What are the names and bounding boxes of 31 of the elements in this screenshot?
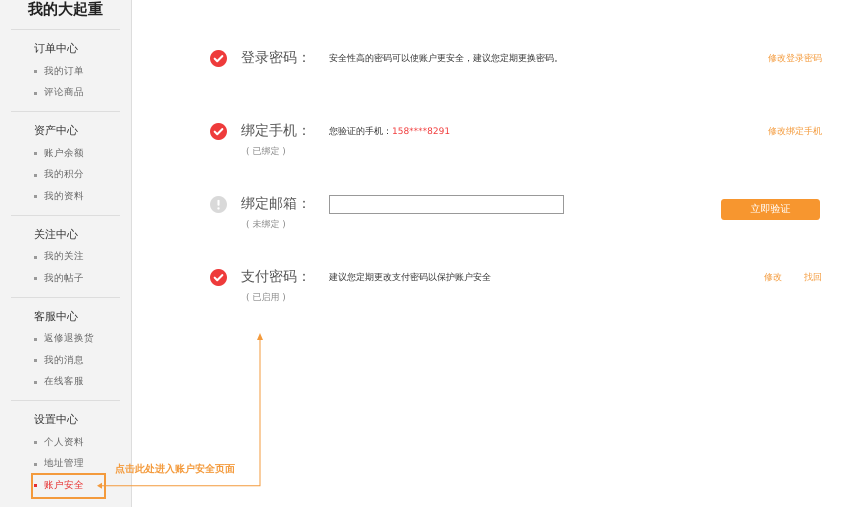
section-heading: 客服中心 xyxy=(34,310,79,324)
status-text: ( 已启用 ) xyxy=(245,292,287,305)
section-heading: 资产中心 xyxy=(34,124,79,138)
sidebar-item[interactable]: 我的积分 xyxy=(34,164,120,186)
item-label: 登录密码： xyxy=(241,49,312,67)
status-text: ( 未绑定 ) xyxy=(245,219,287,232)
item-label: 绑定邮箱： xyxy=(241,195,312,213)
sidebar-item[interactable]: 我的资料 xyxy=(34,186,120,208)
item-label: 支付密码： xyxy=(241,268,312,286)
sidebar-item[interactable]: 评论商品 xyxy=(34,82,120,104)
site-title: 我的大起重 xyxy=(11,0,120,30)
email-field[interactable] xyxy=(329,195,564,214)
sidebar-item[interactable]: 个人资料 xyxy=(34,432,120,454)
description: 建议您定期更改支付密码以保护账户安全 xyxy=(329,273,491,283)
sidebar-item[interactable]: 我的订单 xyxy=(34,61,120,82)
description: 安全性高的密码可以使账户更安全，建议您定期更换密码。 xyxy=(329,54,563,64)
sidebar-item[interactable]: 我的消息 xyxy=(34,350,120,372)
section-heading: 关注中心 xyxy=(34,228,79,242)
sidebar-item[interactable]: 我的帖子 xyxy=(34,268,120,290)
sidebar-item[interactable]: 账户余额 xyxy=(34,143,120,164)
phone-number: 158****8291 xyxy=(392,127,450,137)
sidebar-item[interactable]: 账户安全 xyxy=(34,475,120,496)
sidebar-item[interactable]: 我的关注 xyxy=(34,246,120,268)
sidebar-item[interactable]: 在线客服 xyxy=(34,372,120,393)
status-text: ( 已绑定 ) xyxy=(245,146,287,159)
section-heading: 订单中心 xyxy=(34,42,79,56)
annotation-text: 点击此处进入账户安全页面 xyxy=(115,462,235,477)
section-heading: 设置中心 xyxy=(34,413,79,427)
item-label: 绑定手机： xyxy=(241,122,312,140)
description: 您验证的手机： xyxy=(329,127,392,137)
sidebar-item[interactable]: 返修退换货 xyxy=(34,328,120,350)
